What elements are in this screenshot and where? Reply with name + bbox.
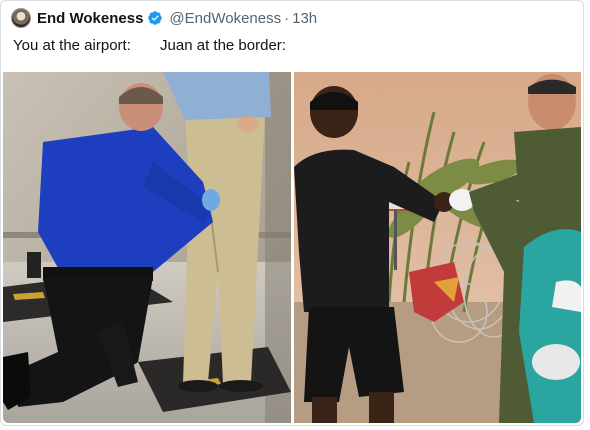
tweet-card[interactable]: End Wokeness @EndWokeness · 13h You at t… xyxy=(0,0,584,426)
border-photo[interactable] xyxy=(294,72,581,423)
verified-badge-icon xyxy=(147,10,163,26)
avatar[interactable] xyxy=(11,8,31,28)
media-grid xyxy=(3,72,581,423)
airport-photo[interactable] xyxy=(3,72,291,423)
display-name[interactable]: End Wokeness xyxy=(37,10,143,27)
tweet-header: End Wokeness @EndWokeness · 13h xyxy=(11,7,317,29)
timestamp[interactable]: 13h xyxy=(292,10,317,27)
handle[interactable]: @EndWokeness xyxy=(169,10,281,27)
separator-dot: · xyxy=(284,9,290,27)
tweet-text: You at the airport: Juan at the border: xyxy=(13,37,286,54)
